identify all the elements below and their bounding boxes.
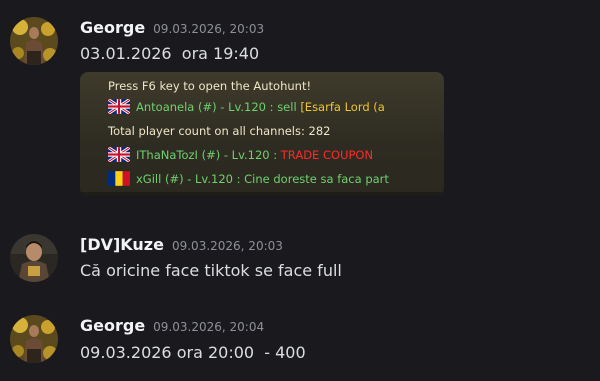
author-name[interactable]: George bbox=[80, 316, 145, 335]
message-text: 03.01.2026 ora 19:40 bbox=[80, 44, 260, 63]
avatar-george[interactable] bbox=[10, 17, 58, 65]
author-name[interactable]: [DV]Kuze bbox=[80, 235, 164, 254]
uk-flag-icon bbox=[108, 147, 130, 162]
game-chat-line: xGill (#) - Lv.120 : Cine doreste sa fac… bbox=[108, 169, 389, 189]
game-chat-line: Total player count on all channels: 282 bbox=[108, 124, 331, 138]
romania-flag-icon bbox=[108, 171, 130, 186]
message-text: Că oricine face tiktok se face full bbox=[80, 261, 342, 280]
avatar-george[interactable] bbox=[10, 315, 58, 363]
game-chat-line: Press F6 key to open the Autohunt! bbox=[108, 79, 312, 93]
message-timestamp: 09.03.2026, 20:03 bbox=[171, 239, 283, 253]
author-name[interactable]: George bbox=[80, 18, 145, 37]
game-ui-edge bbox=[80, 192, 444, 196]
uk-flag-icon bbox=[108, 99, 130, 114]
game-chat-line: IThaNaTozI (#) - Lv.120 : TRADE COUPON bbox=[108, 145, 373, 165]
avatar-kuze[interactable] bbox=[10, 234, 58, 282]
chat-message-list: George 09.03.2026, 20:03 03.01.2026 ora 1… bbox=[0, 0, 600, 381]
message-text: 09.03.2026 ora 20:00 - 400 bbox=[80, 343, 306, 362]
message-timestamp: 09.03.2026, 20:04 bbox=[153, 320, 265, 334]
game-chat-line: Antoanela (#) - Lv.120 : sell [Esarfa Lo… bbox=[108, 97, 385, 117]
message-timestamp: 09.03.2026, 20:03 bbox=[153, 22, 265, 36]
game-screenshot-attachment[interactable]: Press F6 key to open the Autohunt! Antoa… bbox=[80, 72, 444, 196]
